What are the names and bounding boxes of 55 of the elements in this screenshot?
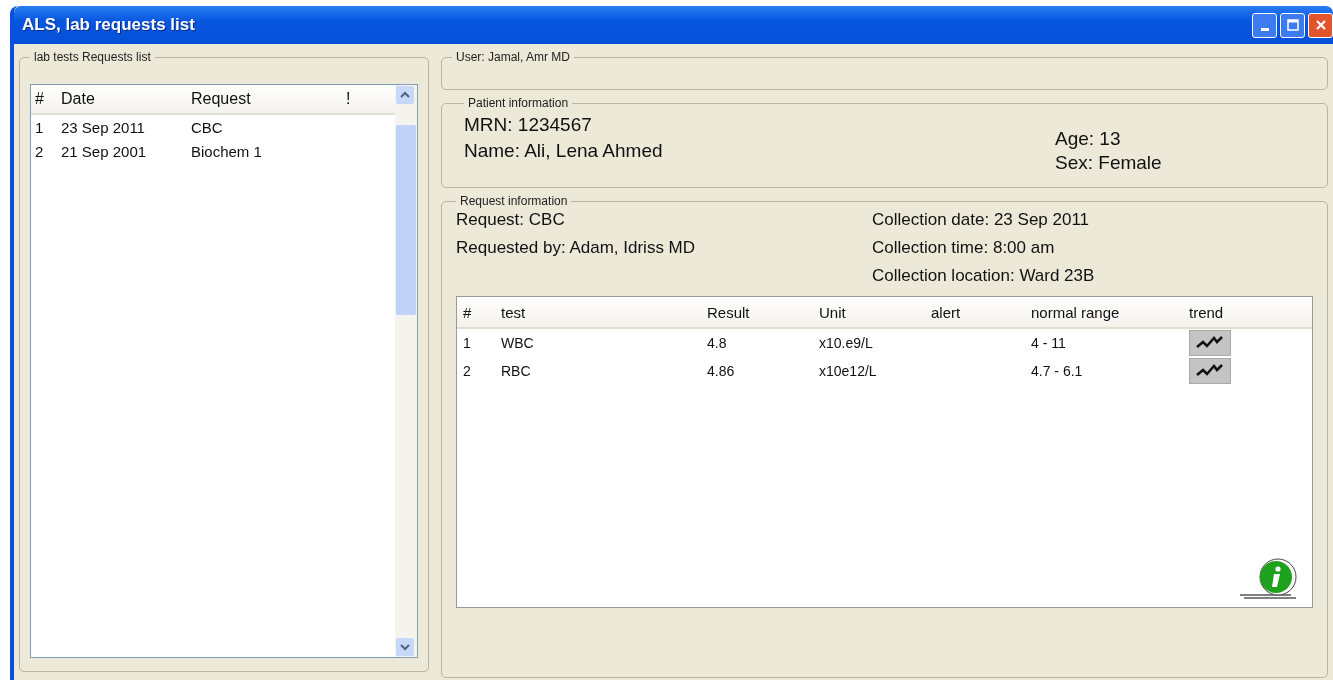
request-row[interactable]: 2 21 Sep 2001 Biochem 1 <box>31 139 395 163</box>
table-cell-text: x10e12/L <box>819 363 878 379</box>
patient-field: Age: 13 <box>1055 128 1305 150</box>
trend-button[interactable] <box>1189 358 1231 384</box>
patient-field: Sex: Female <box>1055 152 1305 174</box>
close-button[interactable] <box>1308 12 1333 38</box>
request-field: Request: CBC <box>456 210 872 230</box>
close-icon <box>1313 18 1328 32</box>
column-header[interactable]: # <box>31 90 61 108</box>
request-field: Collection time: 8:00 am <box>872 238 1095 258</box>
group-label: User: Jamal, Amr MD <box>455 50 571 64</box>
table-cell-text: CBC <box>191 118 224 136</box>
column-header[interactable]: alert <box>931 303 1031 321</box>
column-header[interactable]: ! <box>346 90 371 108</box>
table-cell-text: WBC <box>501 335 535 351</box>
request-field: Collection date: 23 Sep 2011 <box>872 210 1095 230</box>
scroll-thumb[interactable] <box>396 125 416 315</box>
minimize-button[interactable] <box>1252 12 1277 38</box>
group-label: Request information <box>459 194 569 208</box>
table-cell-text: 2 <box>34 142 45 160</box>
trend-button[interactable] <box>1189 330 1231 356</box>
request-field: Collection location: Ward 23B <box>872 266 1095 286</box>
patient-field: MRN: 1234567 <box>464 114 663 136</box>
column-header[interactable]: Request <box>191 90 346 108</box>
column-header[interactable]: Unit <box>819 303 931 321</box>
column-header[interactable]: # <box>457 303 501 321</box>
group-label: lab tests Requests list <box>33 50 152 64</box>
maximize-button[interactable] <box>1280 12 1305 38</box>
scroll-down-icon[interactable] <box>395 637 415 657</box>
patient-field: Name: Ali, Lena Ahmed <box>464 140 663 162</box>
table-cell-text: 4.7 - 6.1 <box>1031 363 1084 379</box>
table-cell-text: 1 <box>462 335 472 351</box>
table-cell-text: 4.8 <box>707 335 728 351</box>
table-cell-text: 23 Sep 2011 <box>61 118 146 136</box>
table-cell-text: 4 - 11 <box>1031 335 1067 351</box>
maximize-icon <box>1285 18 1300 32</box>
table-cell-text: 21 Sep 2001 <box>61 142 148 160</box>
table-cell-text: 4.86 <box>707 363 736 379</box>
table-cell-text: 1 <box>34 118 45 136</box>
minimize-icon <box>1260 27 1269 31</box>
scroll-up-icon[interactable] <box>395 85 415 105</box>
scrollbar[interactable] <box>395 85 417 657</box>
column-header[interactable]: Date <box>61 90 191 108</box>
window-title: ALS, lab requests list <box>22 15 195 35</box>
column-header[interactable]: trend <box>1189 303 1249 321</box>
column-header[interactable]: Result <box>707 303 819 321</box>
request-field: Requested by: Adam, Idriss MD <box>456 238 872 258</box>
column-header[interactable]: test <box>501 303 707 321</box>
table-cell-text: RBC <box>501 363 532 379</box>
table-cell-text: 2 <box>462 363 472 379</box>
table-cell-text: x10.e9/L <box>819 335 874 351</box>
column-header[interactable]: normal range <box>1031 303 1189 321</box>
table-cell-text: Biochem 1 <box>191 142 263 160</box>
group-label: Patient information <box>467 96 570 110</box>
request-row[interactable]: 1 23 Sep 2011 CBC <box>31 115 395 139</box>
